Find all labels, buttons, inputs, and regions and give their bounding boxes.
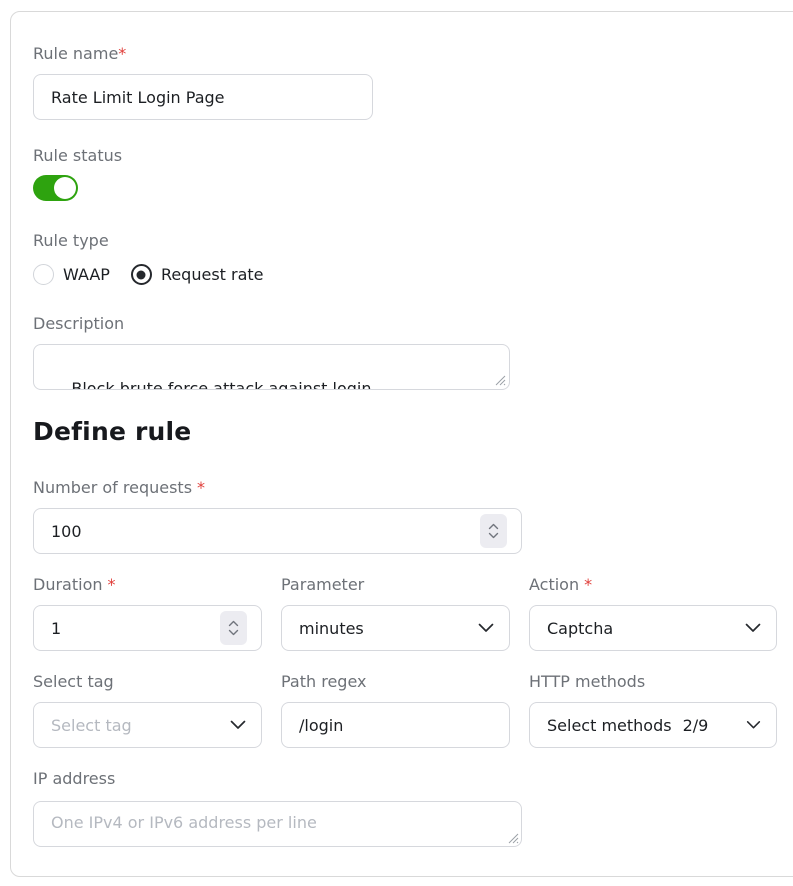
- select-tag-label: Select tag: [33, 673, 262, 691]
- chevron-up-icon[interactable]: [488, 523, 499, 530]
- http-methods-label: HTTP methods: [529, 673, 777, 691]
- chevron-down-icon: [230, 720, 246, 730]
- number-of-requests-field: [33, 508, 522, 554]
- ip-address-textarea[interactable]: [33, 801, 522, 847]
- parameter-label: Parameter: [281, 576, 510, 594]
- rule-type-radio-group: WAAP Request rate: [33, 264, 793, 285]
- rule-name-label: Rule name*: [33, 45, 793, 63]
- radio-option-request-rate[interactable]: Request rate: [131, 264, 264, 285]
- select-tag-select[interactable]: Select tag: [33, 702, 262, 748]
- chevron-down-icon[interactable]: [488, 532, 499, 539]
- number-of-requests-stepper[interactable]: [480, 514, 507, 548]
- rule-form-card: Rule name* Rule status Rule type WAAP Re…: [10, 11, 793, 877]
- parameter-col: Parameter minutes: [281, 576, 510, 651]
- http-methods-count-badge: 2/9: [683, 716, 709, 735]
- duration-field: [33, 605, 262, 651]
- http-methods-col: HTTP methods Select methods 2/9: [529, 673, 777, 748]
- rule-status-label: Rule status: [33, 147, 793, 165]
- required-asterisk: *: [118, 44, 126, 63]
- chevron-down-icon: [478, 623, 494, 633]
- duration-label: Duration *: [33, 576, 262, 594]
- duration-parameter-action-row: Duration* Parameter minutes Action* Cap: [33, 576, 793, 651]
- rule-status-toggle[interactable]: [33, 175, 78, 201]
- toggle-knob: [54, 177, 76, 199]
- parameter-select[interactable]: minutes: [281, 605, 510, 651]
- number-of-requests-label-text: Number of requests: [33, 478, 192, 497]
- description-segment: against: [268, 379, 327, 390]
- required-asterisk: *: [108, 575, 116, 594]
- duration-stepper[interactable]: [220, 611, 247, 645]
- path-regex-col: Path regex: [281, 673, 510, 748]
- description-segment: login: [327, 379, 371, 390]
- description-textarea[interactable]: Block brute force attack against login: [33, 344, 510, 390]
- action-select[interactable]: Captcha: [529, 605, 777, 651]
- description-label: Description: [33, 315, 793, 333]
- required-asterisk: *: [197, 478, 205, 497]
- parameter-selected-value: minutes: [299, 619, 364, 638]
- action-label: Action *: [529, 576, 777, 594]
- chevron-up-icon[interactable]: [228, 620, 239, 627]
- path-regex-label: Path regex: [281, 673, 510, 691]
- duration-label-text: Duration: [33, 575, 103, 594]
- tag-path-methods-row: Select tag Select tag Path regex HTTP me…: [33, 673, 793, 748]
- description-segment: brute force: [115, 379, 214, 390]
- action-selected-value: Captcha: [547, 619, 613, 638]
- rule-type-label: Rule type: [33, 232, 793, 250]
- rule-name-input[interactable]: [33, 74, 373, 120]
- http-methods-value: Select methods: [547, 716, 672, 735]
- path-regex-input[interactable]: [281, 702, 510, 748]
- chevron-down-icon: [745, 623, 761, 633]
- chevron-down-icon: [746, 721, 761, 730]
- radio-waap-label: WAAP: [63, 265, 110, 284]
- ip-address-field: [33, 801, 522, 847]
- description-segment: attack: [213, 379, 263, 390]
- number-of-requests-input[interactable]: [34, 509, 521, 553]
- radio-request-rate-label: Request rate: [161, 265, 264, 284]
- http-methods-select[interactable]: Select methods 2/9: [529, 702, 777, 748]
- select-tag-placeholder: Select tag: [51, 716, 132, 735]
- description-segment: Block: [71, 379, 114, 390]
- radio-circle-icon[interactable]: [33, 264, 54, 285]
- action-col: Action * Captcha: [529, 576, 777, 651]
- action-label-text: Action: [529, 575, 579, 594]
- chevron-down-icon[interactable]: [228, 629, 239, 636]
- number-of-requests-label: Number of requests *: [33, 479, 793, 497]
- duration-col: Duration *: [33, 576, 262, 651]
- required-asterisk: *: [584, 575, 592, 594]
- radio-option-waap[interactable]: WAAP: [33, 264, 110, 285]
- resize-grip-icon[interactable]: [495, 375, 506, 386]
- define-rule-heading: Define rule: [33, 418, 793, 445]
- resize-grip-icon[interactable]: [508, 833, 519, 844]
- radio-circle-checked-icon[interactable]: [131, 264, 152, 285]
- rule-name-label-text: Rule name: [33, 44, 118, 63]
- ip-address-label: IP address: [33, 770, 793, 788]
- select-tag-col: Select tag Select tag: [33, 673, 262, 748]
